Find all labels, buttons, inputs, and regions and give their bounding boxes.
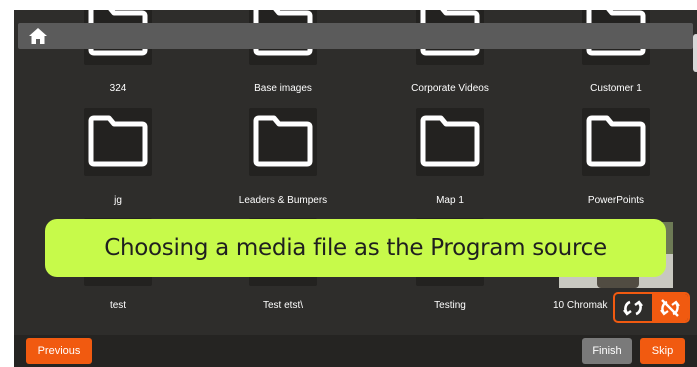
folder-item[interactable]: Leaders & Bumpers	[198, 108, 368, 216]
folder-label: jg	[114, 195, 122, 206]
folder-label: Corporate Videos	[411, 83, 489, 94]
folder-label: Base images	[254, 83, 312, 94]
media-browser: 324 Base images Corporate Videos Custome…	[14, 10, 697, 367]
folder-label: Test etst\	[262, 300, 303, 311]
folder-icon	[88, 115, 148, 167]
wizard-footer: Previous Finish Skip	[14, 335, 697, 367]
swap-disabled-icon	[659, 298, 680, 317]
swap-disabled-button[interactable]	[651, 294, 688, 321]
previous-button[interactable]: Previous	[26, 338, 92, 364]
folder-thumbnail	[582, 108, 650, 176]
folder-item[interactable]: PowerPoints	[531, 108, 697, 216]
folder-label: PowerPoints	[587, 195, 645, 206]
skip-button[interactable]: Skip	[640, 338, 685, 364]
refresh-icon	[623, 299, 644, 316]
folder-label: 324	[109, 83, 127, 94]
folder-label: Testing	[434, 300, 466, 311]
folder-thumbnail	[249, 108, 317, 176]
home-icon[interactable]	[28, 27, 48, 45]
folder-label: Map 1	[436, 195, 464, 206]
tutorial-caption: Choosing a media file as the Program sou…	[45, 219, 666, 277]
folder-item[interactable]: Map 1	[365, 108, 535, 216]
folder-label: Customer 1	[590, 83, 642, 94]
folder-icon	[253, 115, 313, 167]
folder-grid: 324 Base images Corporate Videos Custome…	[14, 10, 697, 335]
scrollbar-thumb[interactable]	[693, 34, 697, 72]
folder-thumbnail	[84, 108, 152, 176]
folder-label: Leaders & Bumpers	[238, 195, 328, 206]
refresh-button[interactable]	[615, 294, 652, 321]
folder-label: test	[109, 300, 127, 311]
breadcrumb-bar	[18, 23, 693, 49]
folder-icon	[420, 115, 480, 167]
source-toggle-group	[613, 292, 690, 323]
folder-icon	[586, 115, 646, 167]
finish-button[interactable]: Finish	[582, 338, 632, 364]
folder-item[interactable]: jg	[33, 108, 203, 216]
folder-thumbnail	[416, 108, 484, 176]
